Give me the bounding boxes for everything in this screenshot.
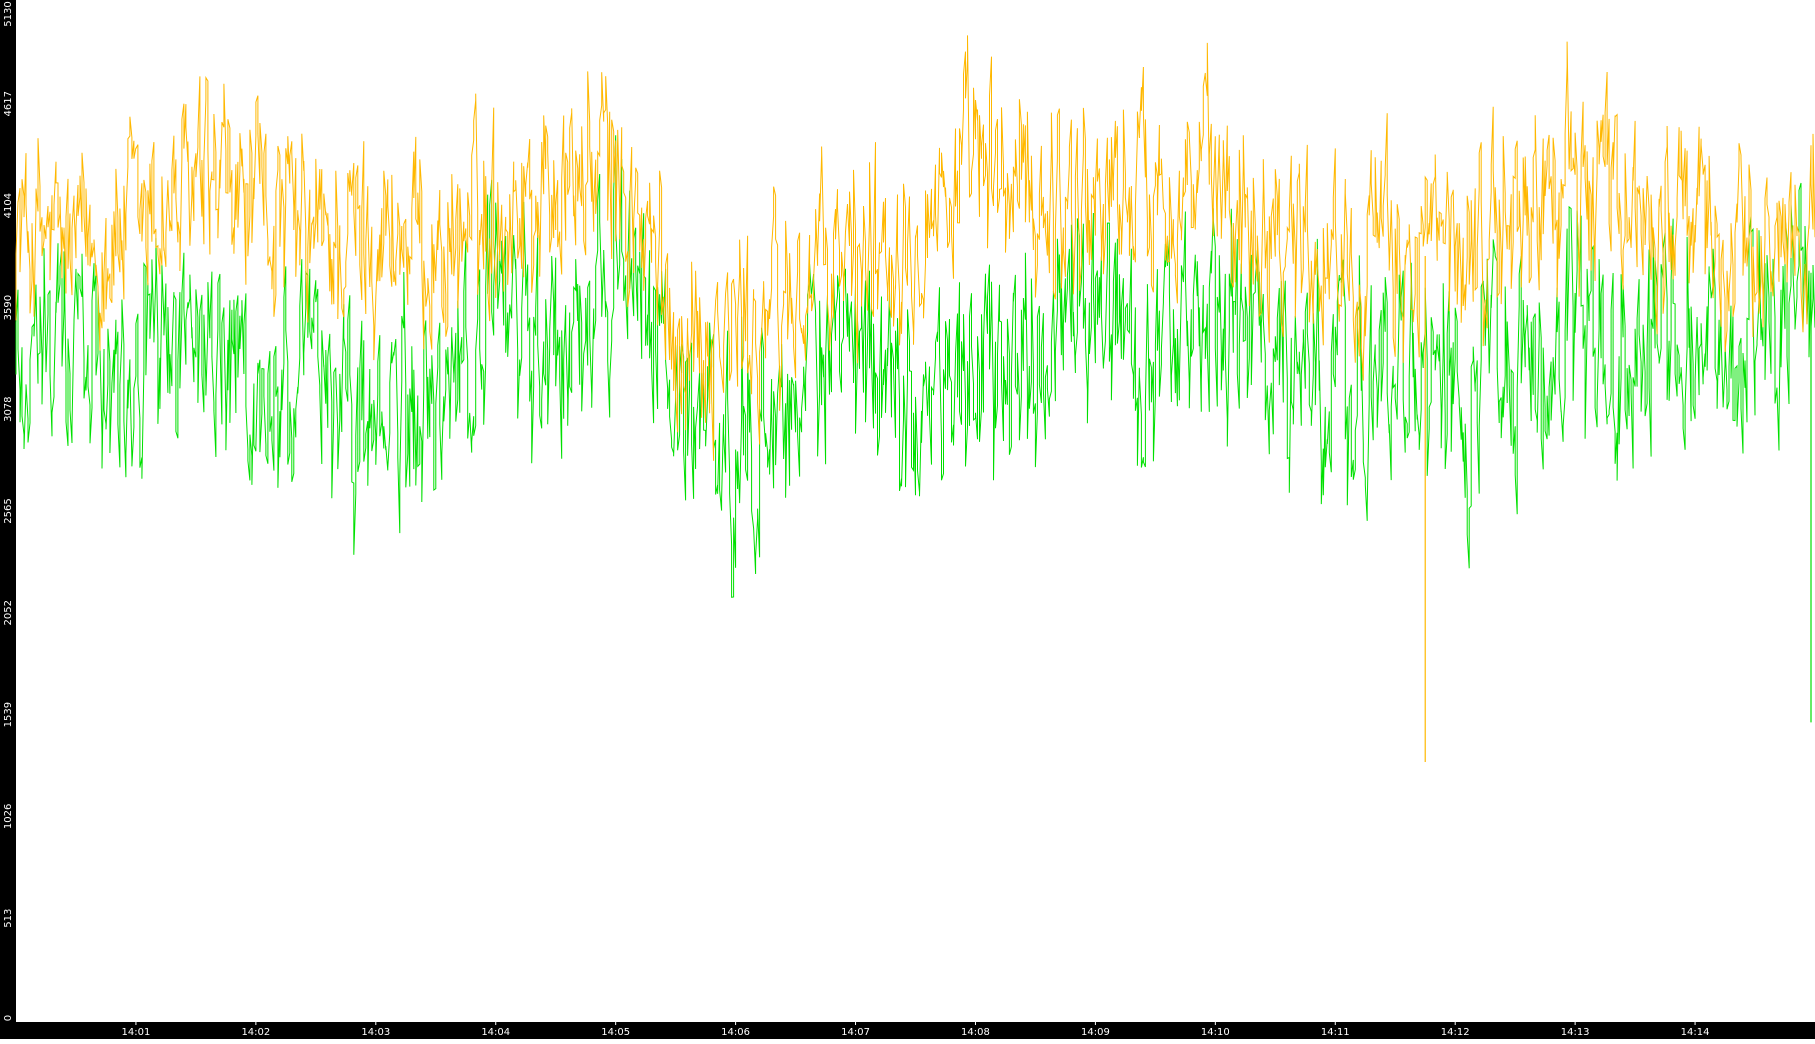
x-tick-label: 14:10	[1201, 1027, 1230, 1038]
y-tick-label: 1539	[3, 702, 14, 727]
x-tick-label: 14:02	[241, 1027, 270, 1038]
x-tick-label: 14:04	[481, 1027, 510, 1038]
x-tick-label: 14:12	[1441, 1027, 1470, 1038]
x-tick-label: 14:03	[361, 1027, 390, 1038]
x-tick-label: 14:09	[1081, 1027, 1110, 1038]
y-tick-label: 4104	[3, 193, 14, 218]
y-tick-label: 513	[3, 909, 14, 928]
y-tick-label: 4617	[3, 91, 14, 116]
x-tick-label: 14:11	[1321, 1027, 1350, 1038]
y-tick-label: 2565	[3, 498, 14, 523]
y-tick-label: 2052	[3, 600, 14, 625]
y-tick-label: 3078	[3, 396, 14, 421]
y-tick-label: 0	[3, 1015, 14, 1021]
chart-canvas: 0 513 1026 1539 2052 2565 3078 3590 4104 4617 5130…	[0, 0, 1815, 1039]
y-tick-label: 1026	[3, 804, 14, 829]
y-tick-label: 3590	[3, 295, 14, 320]
line-chart: 0 513 1026 1539 2052 2565 3078 3590 4104 4617 5130…	[0, 0, 1815, 1039]
x-tick-label: 14:05	[601, 1027, 630, 1038]
x-axis-band	[0, 1022, 1815, 1039]
x-tick-label: 14:01	[122, 1027, 151, 1038]
x-tick-label: 14:06	[721, 1027, 750, 1038]
x-tick-label: 14:07	[841, 1027, 870, 1038]
x-tick-label: 14:14	[1681, 1027, 1710, 1038]
x-tick-label: 14:13	[1561, 1027, 1590, 1038]
x-tick-label: 14:08	[961, 1027, 990, 1038]
y-tick-label: 5130	[3, 1, 14, 26]
